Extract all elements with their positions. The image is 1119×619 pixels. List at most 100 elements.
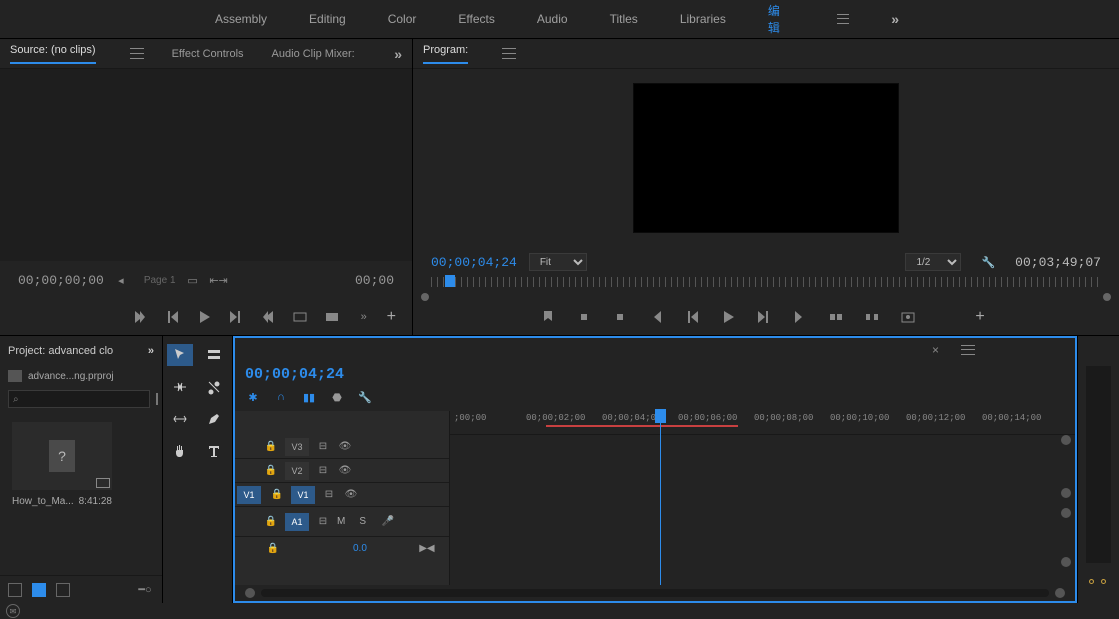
timeline-add-marker-icon[interactable]: ▮▮ bbox=[301, 389, 317, 405]
timeline-vertical-scrollbar[interactable] bbox=[1061, 435, 1071, 567]
source-safe-margins-icon[interactable]: ⇤⇥ bbox=[210, 271, 228, 289]
track-header-v2[interactable]: 🔒 V2 ⊟ 👁 bbox=[235, 459, 449, 483]
source-insert-icon[interactable] bbox=[291, 308, 309, 326]
source-step-back-icon[interactable] bbox=[163, 308, 181, 326]
project-overflow-icon[interactable]: » bbox=[148, 345, 154, 357]
program-playhead[interactable] bbox=[445, 275, 455, 287]
timeline-ruler[interactable]: ;00;00 00;00;02;00 00;00;04;00 00;00;06;… bbox=[450, 411, 1075, 435]
program-ruler-end-handle[interactable] bbox=[1103, 293, 1111, 301]
timeline-work-area-bar[interactable] bbox=[546, 425, 738, 427]
timeline-horizontal-scrollbar[interactable] bbox=[235, 585, 1075, 601]
pen-tool-icon[interactable] bbox=[201, 408, 227, 430]
program-add-marker-icon[interactable] bbox=[539, 308, 557, 326]
track-sync-lock-icon[interactable]: ⊟ bbox=[315, 463, 331, 479]
track-header-v3[interactable]: 🔒 V3 ⊟ 👁 bbox=[235, 435, 449, 459]
source-mark-in-icon[interactable] bbox=[131, 308, 149, 326]
timeline-track-area[interactable]: ;00;00 00;00;02;00 00;00;04;00 00;00;06;… bbox=[450, 411, 1075, 585]
timeline-goto-next-icon[interactable]: ▶◀ bbox=[419, 540, 435, 556]
track-mute-button[interactable]: M bbox=[337, 516, 345, 527]
track-lock-icon[interactable]: 🔒 bbox=[263, 439, 279, 455]
project-icon-view-icon[interactable] bbox=[32, 583, 46, 597]
program-step-back-icon[interactable] bbox=[683, 308, 701, 326]
workspace-tab-color[interactable]: Color bbox=[388, 12, 417, 26]
audio-meter-solo-indicator[interactable]: ∘∘ bbox=[1078, 571, 1119, 591]
track-label-v2[interactable]: V2 bbox=[285, 462, 309, 480]
timeline-zoom-in-handle[interactable] bbox=[1055, 588, 1065, 598]
program-panel-menu-icon[interactable] bbox=[502, 47, 516, 61]
timeline-zoom-out-handle[interactable] bbox=[245, 588, 255, 598]
track-visibility-icon[interactable]: 👁 bbox=[337, 439, 353, 455]
program-step-fwd-icon[interactable] bbox=[755, 308, 773, 326]
workspace-menu-icon[interactable] bbox=[837, 12, 849, 26]
source-overwrite-icon[interactable] bbox=[323, 308, 341, 326]
workspace-tab-libraries[interactable]: Libraries bbox=[680, 12, 726, 26]
track-visibility-icon[interactable]: 👁 bbox=[343, 487, 359, 503]
creative-cloud-icon[interactable]: ✉ bbox=[6, 604, 20, 618]
project-clip-item[interactable]: ? How_to_Ma... 8:41:28 bbox=[12, 422, 112, 507]
program-mark-out-icon[interactable] bbox=[611, 308, 629, 326]
program-add-button-icon[interactable]: + bbox=[975, 308, 984, 326]
timeline-settings-icon[interactable]: 🔧 bbox=[357, 389, 373, 405]
ripple-edit-tool-icon[interactable] bbox=[167, 376, 193, 398]
workspace-tab-effects[interactable]: Effects bbox=[458, 12, 494, 26]
project-list-view-icon[interactable] bbox=[8, 583, 22, 597]
program-timecode-current[interactable]: 00;00;04;24 bbox=[431, 255, 517, 270]
program-mark-in-icon[interactable] bbox=[575, 308, 593, 326]
workspace-overflow-icon[interactable]: » bbox=[891, 11, 899, 27]
source-tab-effect-controls[interactable]: Effect Controls bbox=[172, 48, 244, 60]
project-freeform-view-icon[interactable] bbox=[56, 583, 70, 597]
program-go-in-icon[interactable] bbox=[647, 308, 665, 326]
timeline-close-icon[interactable]: × bbox=[932, 343, 939, 357]
source-overflow-icon[interactable]: » bbox=[355, 308, 373, 326]
workspace-tab-audio[interactable]: Audio bbox=[537, 12, 568, 26]
program-ruler-start-handle[interactable] bbox=[421, 293, 429, 301]
project-new-bin-icon[interactable] bbox=[156, 393, 158, 405]
track-source-v1[interactable]: V1 bbox=[237, 486, 261, 504]
program-zoom-select[interactable]: Fit bbox=[529, 253, 587, 271]
program-lift-icon[interactable] bbox=[827, 308, 845, 326]
source-prev-page-icon[interactable]: ◂ bbox=[112, 271, 130, 289]
workspace-tab-titles[interactable]: Titles bbox=[610, 12, 638, 26]
timeline-marker-icon[interactable]: ⬣ bbox=[329, 389, 345, 405]
program-monitor[interactable] bbox=[633, 83, 899, 233]
source-mark-out-icon[interactable] bbox=[259, 308, 277, 326]
hand-tool-icon[interactable] bbox=[167, 440, 193, 462]
source-timecode-out[interactable]: 00;00 bbox=[355, 273, 394, 288]
timeline-panel-menu-icon[interactable] bbox=[961, 343, 975, 357]
program-play-icon[interactable] bbox=[719, 308, 737, 326]
program-settings-icon[interactable]: 🔧 bbox=[981, 256, 995, 269]
timeline-audio-level[interactable]: 0.0 bbox=[353, 543, 367, 554]
program-ruler[interactable] bbox=[413, 277, 1119, 299]
program-tab[interactable]: Program: bbox=[423, 44, 468, 64]
source-tabs-overflow-icon[interactable]: » bbox=[394, 46, 402, 62]
project-zoom-slider[interactable]: ━○ bbox=[136, 581, 154, 599]
type-tool-icon[interactable] bbox=[201, 440, 227, 462]
source-add-button-icon[interactable]: + bbox=[387, 308, 396, 326]
source-panel-menu-icon[interactable] bbox=[130, 47, 144, 61]
track-lock-icon[interactable]: 🔒 bbox=[269, 487, 285, 503]
workspace-tab-active[interactable]: 编辑 bbox=[768, 2, 789, 36]
track-header-a1[interactable]: 🔒 A1 ⊟ M S 🎤 bbox=[235, 507, 449, 537]
workspace-tab-assembly[interactable]: Assembly bbox=[215, 12, 267, 26]
slip-tool-icon[interactable] bbox=[167, 408, 193, 430]
track-label-v3[interactable]: V3 bbox=[285, 438, 309, 456]
track-solo-button[interactable]: S bbox=[359, 516, 366, 527]
source-tab-audio-mixer[interactable]: Audio Clip Mixer: bbox=[272, 48, 355, 60]
track-select-tool-icon[interactable] bbox=[201, 344, 227, 366]
project-search-input[interactable] bbox=[8, 390, 150, 408]
program-export-frame-icon[interactable] bbox=[899, 308, 917, 326]
timeline-playhead[interactable] bbox=[660, 411, 661, 585]
source-step-fwd-icon[interactable] bbox=[227, 308, 245, 326]
selection-tool-icon[interactable] bbox=[167, 344, 193, 366]
track-label-v1[interactable]: V1 bbox=[291, 486, 315, 504]
workspace-tab-editing[interactable]: Editing bbox=[309, 12, 346, 26]
source-tab-source[interactable]: Source: (no clips) bbox=[10, 44, 96, 64]
source-timecode-in[interactable]: 00;00;00;00 bbox=[18, 273, 104, 288]
track-sync-lock-icon[interactable]: ⊟ bbox=[315, 439, 331, 455]
track-lock-icon[interactable]: 🔒 bbox=[263, 514, 279, 530]
source-play-icon[interactable] bbox=[195, 308, 213, 326]
timeline-timecode[interactable]: 00;00;04;24 bbox=[245, 366, 344, 383]
program-go-out-icon[interactable] bbox=[791, 308, 809, 326]
track-lock-icon[interactable]: 🔒 bbox=[263, 463, 279, 479]
source-fit-icon[interactable]: ▭ bbox=[184, 271, 202, 289]
